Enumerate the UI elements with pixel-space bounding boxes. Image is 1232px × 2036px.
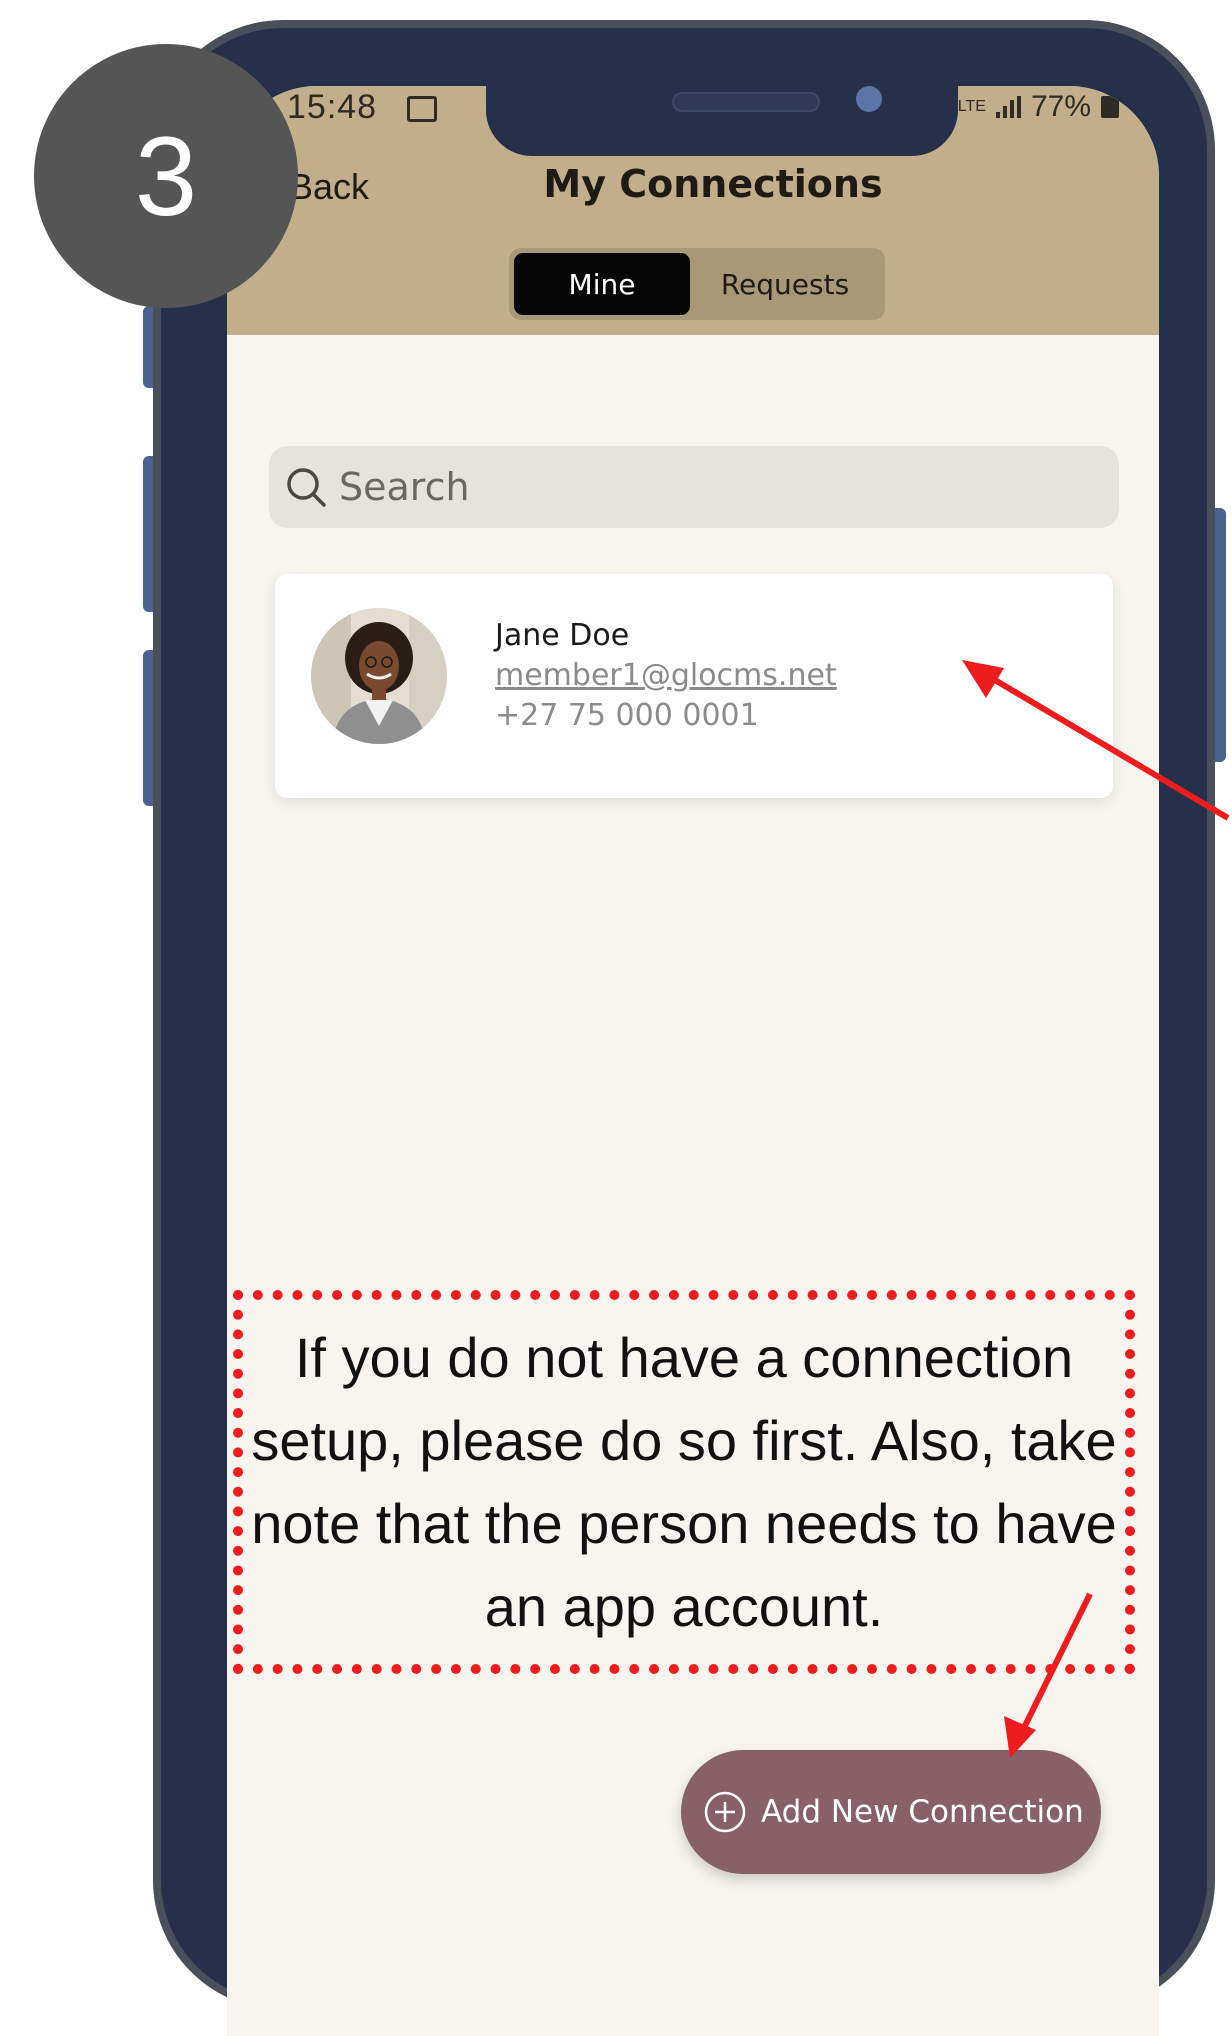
page-title: My Connections <box>543 162 883 206</box>
battery-icon <box>1101 96 1119 118</box>
contact-email[interactable]: member1@glocms.net <box>495 658 837 693</box>
contact-name: Jane Doe <box>495 618 630 653</box>
plus-circle-icon <box>703 1790 747 1834</box>
front-camera <box>856 86 882 112</box>
contact-phone: +27 75 000 0001 <box>495 698 759 733</box>
search-input[interactable] <box>339 465 1099 509</box>
network-type: LTE <box>957 98 986 115</box>
connection-card[interactable]: Jane Doe member1@glocms.net +27 75 000 0… <box>275 574 1113 798</box>
phone-notch <box>486 46 958 156</box>
add-new-connection-label: Add New Connection <box>761 1794 1084 1830</box>
instruction-note-text: If you do not have a connection setup, p… <box>251 1326 1117 1638</box>
search-bar[interactable] <box>269 446 1119 528</box>
tab-mine[interactable]: Mine <box>514 253 690 315</box>
battery-level: 77% <box>1030 90 1091 123</box>
phone-screen: 15:48 LTE 77% Back My Connections Mine R… <box>227 86 1159 2036</box>
step-number-badge: 3 <box>34 44 298 308</box>
status-time: 15:48 <box>287 88 378 126</box>
phone-frame: 15:48 LTE 77% Back My Connections Mine R… <box>153 20 1215 2036</box>
tab-requests[interactable]: Requests <box>690 253 880 315</box>
image-notification-icon <box>407 96 437 122</box>
status-indicators: LTE 77% <box>958 90 1119 124</box>
avatar <box>311 608 447 744</box>
search-icon <box>285 466 327 508</box>
tab-switcher: Mine Requests <box>509 248 885 320</box>
speaker-grille <box>672 92 820 112</box>
instruction-note-box: If you do not have a connection setup, p… <box>233 1290 1135 1674</box>
add-new-connection-button[interactable]: Add New Connection <box>681 1750 1101 1874</box>
signal-icon <box>995 96 1021 118</box>
